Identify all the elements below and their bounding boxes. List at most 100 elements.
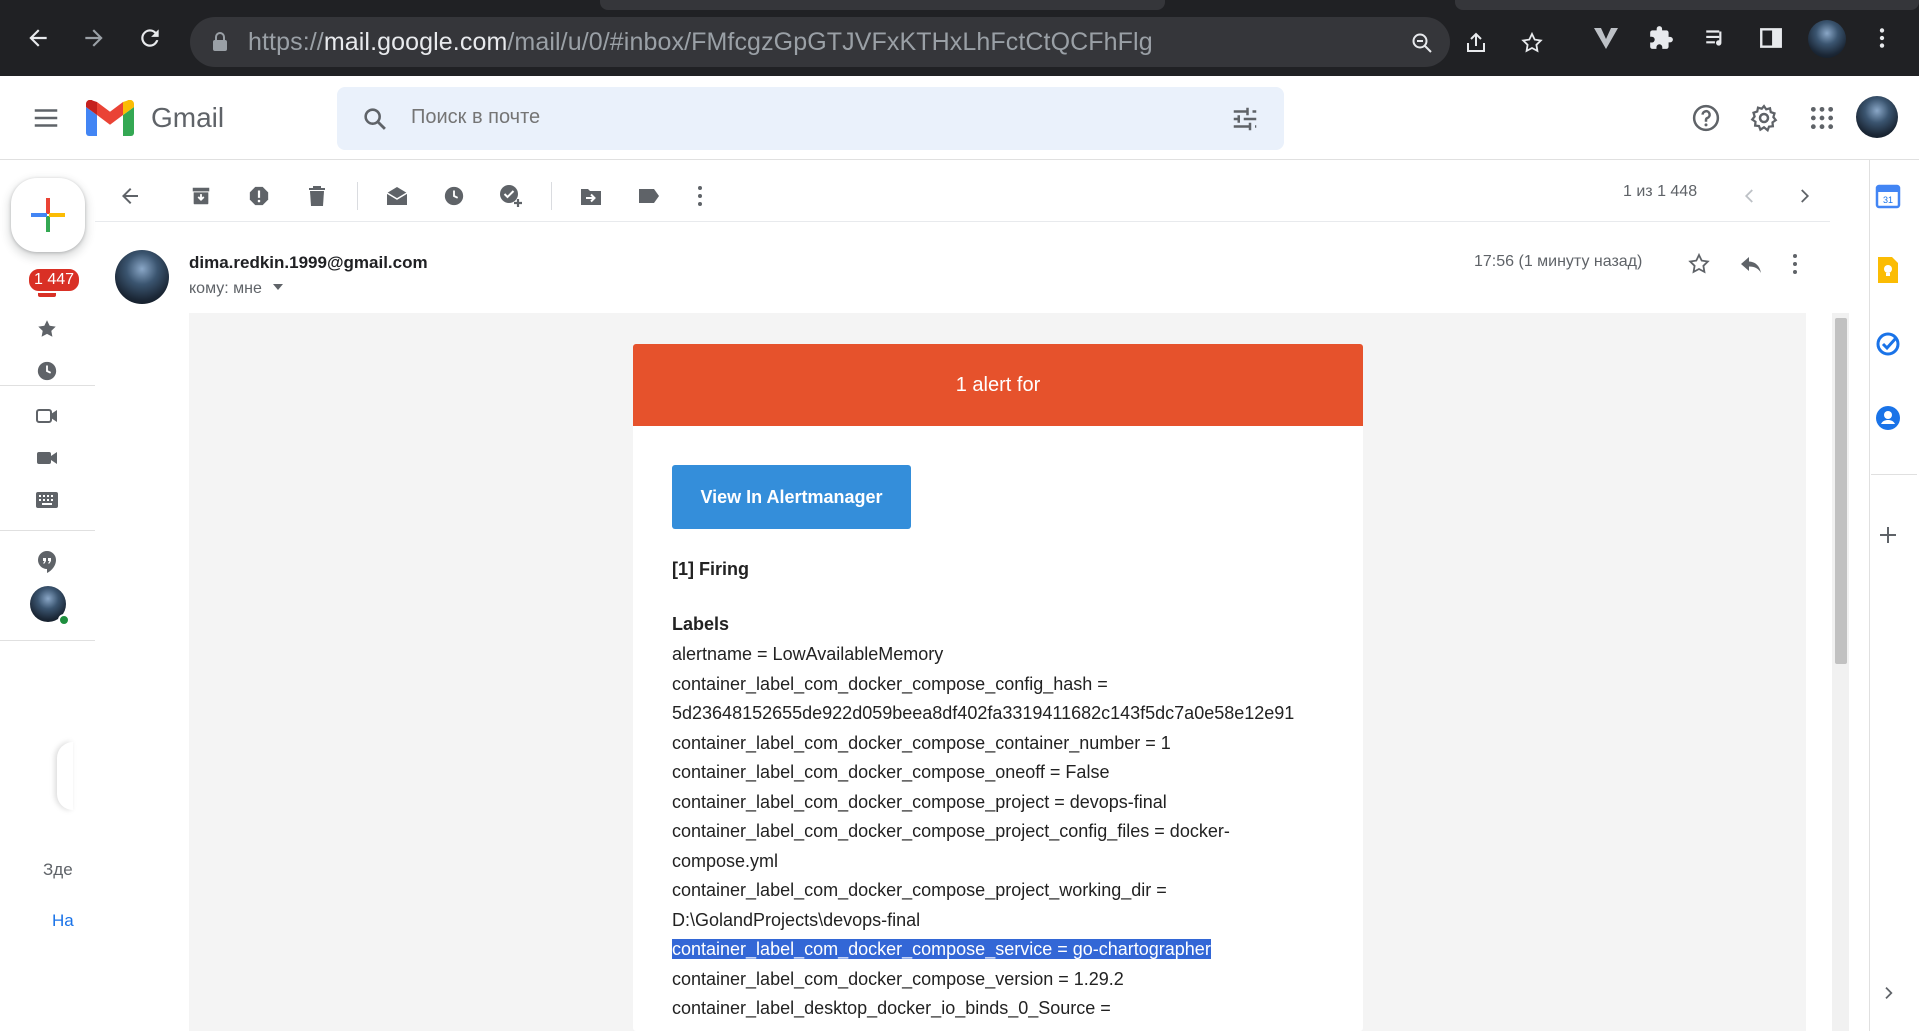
lock-icon[interactable]: [212, 32, 228, 52]
toolbar-divider: [357, 182, 358, 210]
side-panel-divider: [1871, 474, 1917, 475]
online-status-dot: [58, 614, 70, 626]
toolbar-divider: [551, 182, 552, 210]
search-options-icon[interactable]: [1230, 104, 1260, 134]
label-line: container_label_com_docker_compose_oneof…: [672, 762, 1110, 782]
search-input[interactable]: [411, 106, 1111, 129]
browser-toolbar: https://mail.google.com/mail/u/0/#inbox/…: [0, 0, 1919, 76]
meet-join-icon[interactable]: [33, 444, 61, 472]
search-icon[interactable]: [361, 105, 389, 133]
recipient-text: кому: мне: [189, 280, 262, 297]
label-tag-icon[interactable]: [635, 182, 663, 210]
media-queue-icon[interactable]: [1698, 20, 1734, 56]
label-line: 5d23648152655de922d059beea8df402fa331941…: [672, 703, 1295, 723]
label-line: container_label_com_docker_compose_proje…: [672, 880, 1167, 900]
contacts-icon[interactable]: [1873, 403, 1903, 433]
expand-panel-chevron-icon[interactable]: [1873, 978, 1903, 1008]
rail-truncated-link[interactable]: На: [52, 911, 74, 931]
extensions-icon[interactable]: [1643, 20, 1679, 56]
rail-divider: [0, 640, 95, 641]
get-addons-plus-icon[interactable]: [1873, 520, 1903, 550]
label-line: D:\GolandProjects\devops-final: [672, 909, 921, 930]
move-to-icon[interactable]: [577, 182, 605, 210]
apps-grid-icon[interactable]: [1804, 100, 1840, 136]
bookmark-star-icon[interactable]: [1518, 29, 1546, 57]
rail-divider: [0, 385, 95, 386]
address-bar[interactable]: https://mail.google.com/mail/u/0/#inbox/…: [190, 17, 1543, 67]
main-menu-icon[interactable]: [30, 103, 62, 133]
compose-button[interactable]: [11, 178, 85, 252]
message-timestamp: 17:56 (1 минуту назад): [1474, 253, 1643, 270]
pagination-text: 1 из 1 448: [1623, 183, 1698, 200]
label-line: alertname = LowAvailableMemory: [672, 644, 944, 664]
label-line: container_label_com_docker_compose_conta…: [672, 732, 1171, 753]
meet-new-meeting-icon[interactable]: [33, 402, 61, 430]
label-line: container_label_com_docker_compose_versi…: [672, 968, 1124, 989]
label-line: container_label_com_docker_compose_confi…: [672, 673, 1108, 694]
vivaldi-extension-icon[interactable]: [1588, 20, 1624, 56]
profile-avatar[interactable]: [1808, 20, 1846, 58]
delete-trash-icon[interactable]: [303, 182, 331, 210]
snooze-clock-icon[interactable]: [440, 182, 468, 210]
back-icon[interactable]: [20, 20, 56, 56]
label-line: compose.yml: [672, 850, 779, 871]
side-panel-icon[interactable]: [1753, 20, 1789, 56]
calendar-icon[interactable]: 31: [1873, 181, 1903, 211]
label-line: container_label_desktop_docker_io_binds_…: [672, 998, 1111, 1018]
compose-plus-icon: [31, 198, 65, 232]
account-avatar[interactable]: [1856, 96, 1898, 138]
gmail-logo[interactable]: [86, 100, 134, 136]
share-icon[interactable]: [1462, 29, 1490, 57]
svg-text:31: 31: [1883, 195, 1893, 205]
gmail-wordmark: Gmail: [151, 102, 225, 133]
alert-header: 1 alert for: [633, 344, 1363, 426]
recipient-line[interactable]: кому: мне: [189, 280, 284, 298]
forward-icon[interactable]: [76, 20, 112, 56]
browser-tab[interactable]: [1455, 0, 1919, 10]
add-to-tasks-icon[interactable]: [497, 182, 525, 210]
archive-icon[interactable]: [187, 182, 215, 210]
star-message-icon[interactable]: [1685, 250, 1713, 278]
view-in-alertmanager-button[interactable]: View In Alertmanager: [672, 465, 911, 529]
alert-card: 1 alert for View In Alertmanager [1] Fir…: [633, 344, 1363, 1031]
browser-tab[interactable]: [600, 0, 1165, 10]
reload-icon[interactable]: [132, 20, 168, 56]
recipient-dropdown-icon[interactable]: [272, 281, 284, 293]
label-line: container_label_com_docker_compose_proje…: [672, 791, 1167, 812]
gmail-header: Gmail: [0, 76, 1919, 160]
zoom-icon[interactable]: [1408, 29, 1436, 57]
label-line-selected: container_label_com_docker_compose_servi…: [672, 935, 1322, 965]
hangouts-empty-state-image: [57, 742, 73, 810]
search-bar[interactable]: [337, 87, 1284, 150]
firing-heading: [1] Firing: [672, 559, 749, 579]
hangouts-icon[interactable]: [33, 548, 61, 576]
snoozed-clock-icon[interactable]: [33, 357, 61, 385]
message-toolbar: 1 из 1 448: [95, 170, 1830, 222]
label-line: container_label_com_docker_compose_proje…: [672, 821, 1230, 841]
rail-divider: [0, 530, 95, 531]
keyboard-icon[interactable]: [33, 486, 61, 514]
scrollbar-thumb[interactable]: [1835, 318, 1847, 664]
older-chevron-right-icon[interactable]: [1790, 182, 1818, 210]
tasks-icon[interactable]: [1873, 329, 1903, 359]
unread-count-badge: 1 447: [27, 267, 82, 293]
back-to-inbox-icon[interactable]: [116, 182, 144, 210]
newer-chevron-left-icon[interactable]: [1736, 182, 1764, 210]
labels-list: alertname = LowAvailableMemory container…: [672, 640, 1322, 1024]
message-more-icon[interactable]: [1781, 250, 1809, 278]
sender-avatar[interactable]: [115, 250, 169, 304]
labels-heading: Labels: [672, 614, 730, 634]
reply-icon[interactable]: [1737, 250, 1765, 278]
help-icon[interactable]: [1688, 100, 1724, 136]
chrome-menu-icon[interactable]: [1864, 20, 1900, 56]
selected-text: container_label_com_docker_compose_servi…: [672, 939, 1211, 959]
report-spam-icon[interactable]: [245, 182, 273, 210]
side-panel: [1869, 160, 1919, 1031]
settings-gear-icon[interactable]: [1746, 100, 1782, 136]
url-text: https://mail.google.com/mail/u/0/#inbox/…: [248, 28, 1153, 56]
sender-email[interactable]: dima.redkin.1999@gmail.com: [189, 253, 428, 273]
mark-unread-icon[interactable]: [383, 182, 411, 210]
more-options-icon[interactable]: [686, 182, 714, 210]
keep-icon[interactable]: [1873, 255, 1903, 285]
starred-icon[interactable]: [33, 315, 61, 343]
